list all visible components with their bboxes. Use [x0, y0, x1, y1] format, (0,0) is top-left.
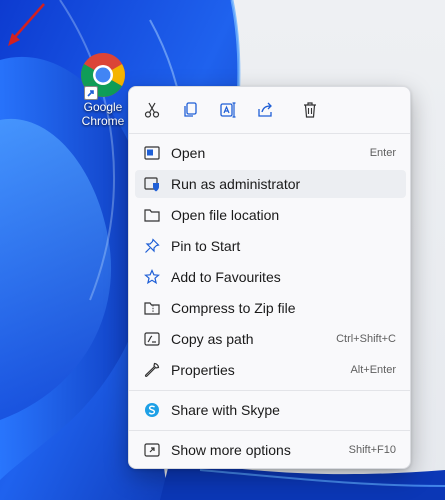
- delete-icon: [304, 102, 316, 118]
- star-icon: [144, 269, 160, 285]
- menu-item-add-to-favourites[interactable]: Add to Favourites: [135, 263, 406, 291]
- rename-button[interactable]: [215, 97, 241, 123]
- open-icon: [144, 145, 160, 161]
- google-chrome-shortcut[interactable]: Google Chrome: [72, 52, 134, 128]
- annotation-arrow: [8, 3, 45, 46]
- menu-item-pin-to-start[interactable]: Pin to Start: [135, 232, 406, 260]
- shortcut-arrow-icon: [84, 86, 98, 100]
- zip-folder-icon: [144, 300, 160, 316]
- copy-button[interactable]: [177, 97, 203, 123]
- more-options-icon: [144, 442, 160, 458]
- shield-icon: [144, 176, 160, 192]
- divider: [129, 390, 410, 391]
- menu-item-compress-to-zip[interactable]: Compress to Zip file: [135, 294, 406, 322]
- menu-item-label: Copy as path: [171, 331, 254, 347]
- menu-item-label: Open: [171, 145, 206, 161]
- share-icon: [258, 102, 272, 117]
- menu-item-label: Show more options: [171, 442, 291, 458]
- share-button[interactable]: [253, 97, 279, 123]
- folder-icon: [144, 207, 160, 223]
- cut-icon: [144, 102, 160, 118]
- chrome-icon: [80, 52, 126, 100]
- menu-item-label: Properties: [171, 362, 235, 378]
- delete-button[interactable]: [297, 97, 323, 123]
- menu-item-label: Run as administrator: [171, 176, 301, 192]
- copy-icon: [184, 102, 197, 117]
- menu-item-share-with-skype[interactable]: Share with Skype: [135, 396, 406, 424]
- menu-item-shortcut: Enter: [369, 147, 396, 159]
- menu-item-copy-as-path[interactable]: Copy as path Ctrl+Shift+C: [135, 325, 406, 353]
- context-menu: Open Enter Run as administrator Open fil…: [128, 86, 411, 469]
- menu-item-label: Compress to Zip file: [171, 300, 296, 316]
- rename-icon: [220, 102, 236, 118]
- menu-item-open[interactable]: Open Enter: [135, 139, 406, 167]
- menu-item-run-as-administrator[interactable]: Run as administrator: [135, 170, 406, 198]
- menu-item-label: Open file location: [171, 207, 280, 223]
- shortcut-label-line1: Google: [83, 100, 123, 114]
- divider: [129, 430, 410, 431]
- divider: [129, 133, 410, 134]
- skype-icon: [144, 402, 160, 418]
- menu-item-label: Add to Favourites: [171, 269, 281, 285]
- menu-item-open-file-location[interactable]: Open file location: [135, 201, 406, 229]
- menu-item-properties[interactable]: Properties Alt+Enter: [135, 356, 406, 384]
- menu-item-label: Pin to Start: [171, 238, 241, 254]
- cut-button[interactable]: [139, 97, 165, 123]
- menu-item-label: Share with Skype: [171, 402, 280, 418]
- menu-item-shortcut: Shift+F10: [348, 444, 396, 456]
- pin-icon: [144, 238, 160, 254]
- shortcut-label-line2: Chrome: [81, 114, 125, 128]
- menu-item-shortcut: Ctrl+Shift+C: [336, 333, 396, 345]
- menu-item-shortcut: Alt+Enter: [350, 364, 396, 376]
- wrench-icon: [144, 362, 160, 378]
- menu-item-show-more-options[interactable]: Show more options Shift+F10: [135, 436, 406, 464]
- menu-toolbar: [129, 87, 410, 133]
- copy-path-icon: [144, 331, 160, 347]
